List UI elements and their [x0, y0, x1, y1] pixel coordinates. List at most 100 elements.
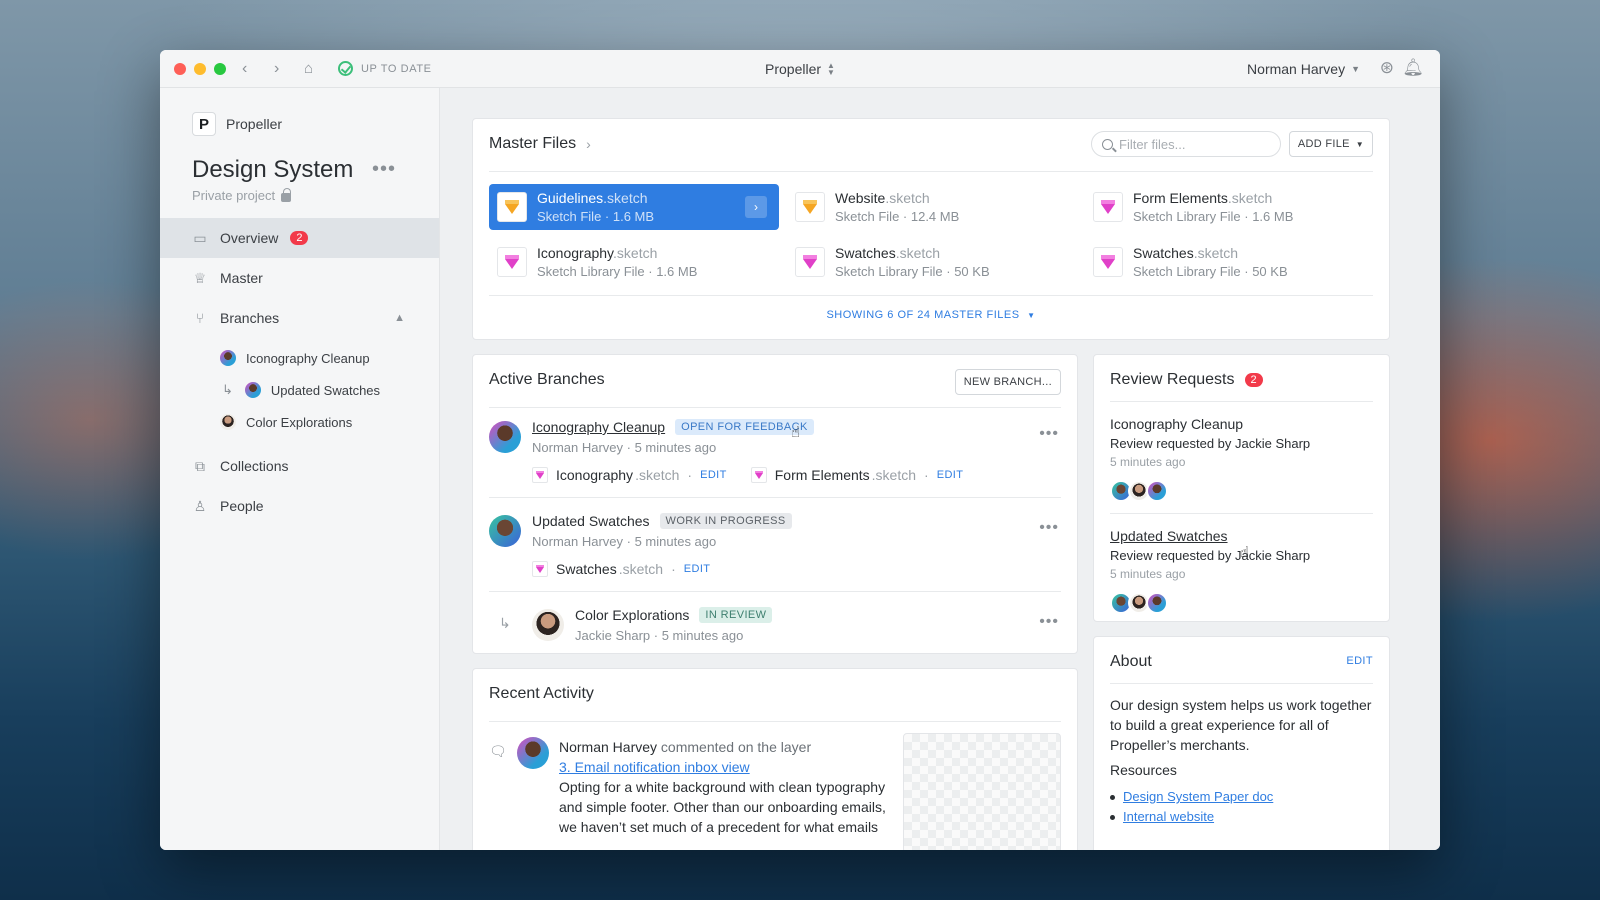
branch-name-link[interactable]: Iconography Cleanup [532, 419, 665, 435]
more-options-icon[interactable]: ••• [372, 158, 396, 181]
project-visibility: Private project [192, 187, 292, 203]
project-switcher-label: Propeller [765, 61, 822, 77]
more-options-icon[interactable]: ••• [1039, 519, 1059, 537]
layer-thumbnail[interactable] [903, 733, 1061, 850]
project-name: Propeller [226, 116, 283, 132]
file-swatches[interactable]: Swatches.sketch Sketch Library File · 50… [787, 239, 1077, 285]
sidebar-branch-updated-swatches[interactable]: ↳ Updated Swatches [160, 374, 439, 406]
divider [489, 171, 1373, 172]
project-header[interactable]: P Propeller [192, 112, 282, 136]
branch-icon: ⑂ [195, 310, 205, 326]
divider [489, 407, 1061, 408]
user-menu[interactable]: Norman Harvey ▼ [1247, 61, 1360, 77]
chevron-up-icon[interactable]: ▲ [394, 312, 405, 324]
resource-link[interactable]: Internal website [1123, 807, 1214, 827]
file-ext: .sketch [871, 467, 917, 483]
file-name: Swatches [835, 245, 896, 261]
layer-link[interactable]: 3. Email notification inbox view [559, 759, 750, 775]
branch-label: Updated Swatches [270, 382, 381, 398]
forward-arrow-icon[interactable]: › [274, 59, 279, 79]
divider [489, 295, 1373, 296]
project-visibility-text: Private project [192, 188, 276, 203]
sketch-file-icon [497, 192, 527, 222]
document-icon: ▭ [193, 229, 207, 246]
more-options-icon[interactable]: ••• [1039, 425, 1059, 443]
file-ext: .sketch [1227, 190, 1273, 206]
help-lifebuoy-icon[interactable]: ⊛ [1380, 58, 1394, 78]
file-name: Swatches [1133, 245, 1194, 261]
sidebar-item-master[interactable]: ♕ Master [160, 258, 439, 298]
file-ext: .sketch [1193, 245, 1239, 261]
project-logo: P [192, 112, 216, 136]
bell-icon[interactable]: 🔔︎ [1402, 58, 1424, 78]
back-arrow-icon[interactable]: ‹ [242, 59, 247, 79]
file-website[interactable]: Website.sketch Sketch File · 12.4 MB [787, 184, 1077, 230]
filter-files-input[interactable] [1119, 136, 1269, 152]
sketch-library-icon [1093, 247, 1123, 277]
avatar [244, 382, 261, 398]
close-window-button[interactable] [174, 63, 186, 75]
person-icon: ♙ [193, 497, 207, 514]
branch-meta: Jackie Sharp · 5 minutes ago [575, 628, 744, 643]
divider [1110, 513, 1373, 514]
page-title: Design System [192, 156, 354, 183]
title-bar: ‹ › ⌂ UP TO DATE Propeller ▲ ▼ Norman Har… [160, 50, 1440, 88]
file-form-elements[interactable]: Form Elements.sketch Sketch Library File… [1085, 184, 1375, 230]
file-ext: .sketch [603, 190, 648, 206]
chevron-down-icon: ▼ [1027, 311, 1036, 320]
project-switcher[interactable]: Propeller ▲ ▼ [765, 61, 835, 77]
resources-list: Design System Paper doc Internal website [1110, 787, 1273, 827]
branch-row-color-explorations: ↳ Color Explorations IN REVIEW Jackie Sh… [489, 607, 1061, 643]
file-name: Swatches [556, 561, 617, 577]
edit-about-button[interactable]: EDIT [1346, 655, 1373, 667]
file-meta: Sketch Library File · 50 KB [1133, 264, 1288, 279]
file-ext: .sketch [613, 245, 658, 261]
file-meta: Sketch Library File · 1.6 MB [1133, 209, 1294, 224]
add-file-button[interactable]: ADD FILE ▼ [1288, 131, 1373, 157]
file-guidelines[interactable]: Guidelines.sketch Sketch File · 1.6 MB › [489, 184, 779, 230]
sidebar-branch-color-explorations[interactable]: Color Explorations [160, 406, 439, 438]
review-item[interactable]: Iconography Cleanup Review requested by … [1110, 415, 1373, 502]
file-swatches-2[interactable]: Swatches.sketch Sketch Library File · 50… [1085, 239, 1375, 285]
sidebar-item-overview[interactable]: ▭ Overview 2 [160, 218, 439, 258]
sketch-library-icon [795, 247, 825, 277]
review-time: 5 minutes ago [1110, 567, 1186, 581]
about-card: About EDIT Our design system helps us wo… [1093, 636, 1390, 850]
sketch-file-icon [795, 192, 825, 222]
activity-action: commented on the layer [660, 739, 812, 755]
sidebar-item-label: Master [220, 270, 263, 286]
chevron-down-icon: ▼ [1355, 139, 1364, 149]
zoom-window-button[interactable] [214, 63, 226, 75]
sidebar-item-branches[interactable]: ⑂ Branches ▲ [160, 298, 439, 338]
master-files-card: Master Files › ADD FILE ▼ Guidelines.ske… [472, 118, 1390, 340]
avatar [532, 609, 564, 641]
branch-name-link[interactable]: Color Explorations [575, 607, 689, 623]
branch-name-link[interactable]: Updated Swatches [532, 513, 650, 529]
showing-files-label: SHOWING 6 OF 24 MASTER FILES [826, 309, 1020, 321]
sidebar-item-label: Collections [220, 458, 289, 474]
more-options-icon[interactable]: ••• [1039, 613, 1059, 631]
review-item[interactable]: Updated Swatches Review requested by Jac… [1110, 527, 1373, 614]
master-files-header[interactable]: Master Files › [489, 135, 591, 153]
show-more-files-link[interactable]: SHOWING 6 OF 24 MASTER FILES ▼ [473, 309, 1389, 321]
sidebar-item-collections[interactable]: ⧉ Collections [160, 446, 439, 486]
recent-activity-card: Recent Activity 🗨︎ Norman Harvey comment… [472, 668, 1078, 850]
open-file-chevron-icon[interactable]: › [745, 196, 767, 218]
edit-file-link[interactable]: EDIT [700, 469, 727, 481]
home-icon[interactable]: ⌂ [304, 59, 313, 79]
filter-files [1091, 131, 1281, 157]
sidebar-branch-iconography-cleanup[interactable]: Iconography Cleanup [160, 342, 439, 374]
resource-link[interactable]: Design System Paper doc [1123, 787, 1273, 807]
edit-file-link[interactable]: EDIT [684, 563, 711, 575]
reviewer-avatars [1110, 592, 1373, 614]
status-badge: IN REVIEW [699, 607, 773, 623]
file-iconography[interactable]: Iconography.sketch Sketch Library File ·… [489, 239, 779, 285]
window-controls [174, 63, 226, 75]
minimize-window-button[interactable] [194, 63, 206, 75]
sidebar-item-people[interactable]: ♙ People [160, 486, 439, 526]
edit-file-link[interactable]: EDIT [937, 469, 964, 481]
collections-icon: ⧉ [195, 457, 205, 474]
new-branch-button[interactable]: NEW BRANCH... [954, 369, 1061, 395]
hand-cursor-icon: ☝︎ [1240, 544, 1250, 561]
branch-row-iconography-cleanup: Iconography Cleanup OPEN FOR FEEDBACK No… [489, 419, 1061, 483]
